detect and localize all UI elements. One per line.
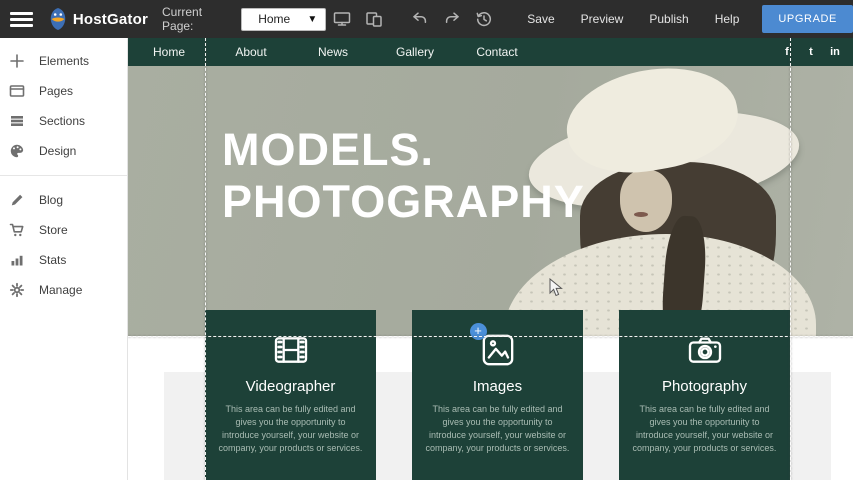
feature-card-images[interactable]: + Images This area can be fully edited a…	[412, 310, 583, 480]
upgrade-button[interactable]: UPGRADE	[762, 5, 853, 33]
sidebar-item-label: Pages	[39, 84, 73, 98]
hero-title-line2: PHOTOGRAPHY	[222, 176, 585, 228]
history-icon[interactable]	[475, 10, 493, 28]
bar-chart-icon	[9, 252, 25, 268]
social-links: f t in	[775, 38, 847, 66]
facebook-icon[interactable]: f	[775, 46, 799, 58]
sidebar-item-blog[interactable]: Blog	[0, 185, 127, 215]
save-button[interactable]: Save	[514, 12, 567, 26]
nav-item-gallery[interactable]: Gallery	[374, 45, 456, 59]
sidebar-item-label: Stats	[39, 253, 66, 267]
hero-title-line1: MODELS.	[222, 124, 585, 176]
sidebar-item-pages[interactable]: Pages	[0, 76, 127, 106]
page-icon	[9, 83, 25, 99]
redo-icon[interactable]	[443, 10, 461, 28]
chevron-down-icon: ▼	[307, 14, 317, 25]
nav-item-contact[interactable]: Contact	[456, 45, 538, 59]
publish-button[interactable]: Publish	[636, 12, 701, 26]
sidebar-item-design[interactable]: Design	[0, 136, 127, 166]
pencil-icon	[9, 192, 25, 208]
site-navbar: Home About News Gallery Contact f t in	[128, 38, 853, 66]
card-description[interactable]: This area can be fully edited and gives …	[412, 395, 583, 455]
sidebar-item-label: Blog	[39, 193, 63, 207]
sidebar-item-label: Design	[39, 144, 76, 158]
feature-card-videographer[interactable]: Videographer This area can be fully edit…	[205, 310, 376, 480]
card-description[interactable]: This area can be fully edited and gives …	[619, 395, 790, 455]
help-button[interactable]: Help	[702, 12, 753, 26]
card-title[interactable]: Videographer	[205, 378, 376, 395]
brand-name: HostGator	[73, 11, 148, 28]
sidebar-item-store[interactable]: Store	[0, 215, 127, 245]
model-lips	[634, 212, 648, 217]
current-page-label: Current Page:	[162, 5, 233, 33]
cart-icon	[9, 222, 25, 238]
linkedin-icon[interactable]: in	[823, 46, 847, 58]
model-face	[620, 170, 672, 232]
sidebar-item-manage[interactable]: Manage	[0, 275, 127, 305]
sidebar-item-label: Elements	[39, 54, 89, 68]
hostgator-logo: HostGator	[47, 7, 148, 31]
card-title[interactable]: Images	[412, 378, 583, 395]
sidebar-item-sections[interactable]: Sections	[0, 106, 127, 136]
preview-button[interactable]: Preview	[568, 12, 637, 26]
sidebar-item-label: Store	[39, 223, 68, 237]
card-title[interactable]: Photography	[619, 378, 790, 395]
sidebar-item-label: Manage	[39, 283, 82, 297]
nav-item-about[interactable]: About	[210, 45, 292, 59]
card-description[interactable]: This area can be fully edited and gives …	[205, 395, 376, 455]
sidebar-item-label: Sections	[39, 114, 85, 128]
editor-sidebar: Elements Pages Sections Design Blog Stor…	[0, 38, 128, 480]
hero-section[interactable]: MODELS. PHOTOGRAPHY	[128, 66, 853, 336]
sidebar-item-stats[interactable]: Stats	[0, 245, 127, 275]
twitter-icon[interactable]: t	[799, 46, 823, 58]
plus-icon	[9, 53, 25, 69]
site-canvas: Home About News Gallery Contact f t in M…	[128, 38, 853, 480]
film-icon	[271, 330, 311, 370]
nav-item-news[interactable]: News	[292, 45, 374, 59]
camera-icon	[685, 330, 725, 370]
feature-card-photography[interactable]: Photography This area can be fully edite…	[619, 310, 790, 480]
hero-title[interactable]: MODELS. PHOTOGRAPHY	[222, 124, 585, 228]
desktop-view-icon[interactable]	[333, 10, 351, 28]
page-dropdown[interactable]: Home ▼	[241, 8, 326, 31]
hamburger-menu-icon[interactable]	[10, 12, 33, 27]
gator-mascot-icon	[47, 7, 69, 31]
palette-icon	[9, 143, 25, 159]
page-dropdown-value: Home	[258, 12, 290, 26]
mobile-view-icon[interactable]	[365, 10, 383, 28]
sections-icon	[9, 113, 25, 129]
undo-icon[interactable]	[411, 10, 429, 28]
sidebar-divider	[0, 175, 127, 176]
sidebar-item-elements[interactable]: Elements	[0, 46, 127, 76]
nav-item-home[interactable]: Home	[128, 45, 210, 59]
gear-icon	[9, 282, 25, 298]
builder-toolbar: HostGator Current Page: Home ▼	[0, 0, 853, 38]
add-element-button[interactable]: +	[470, 323, 487, 340]
